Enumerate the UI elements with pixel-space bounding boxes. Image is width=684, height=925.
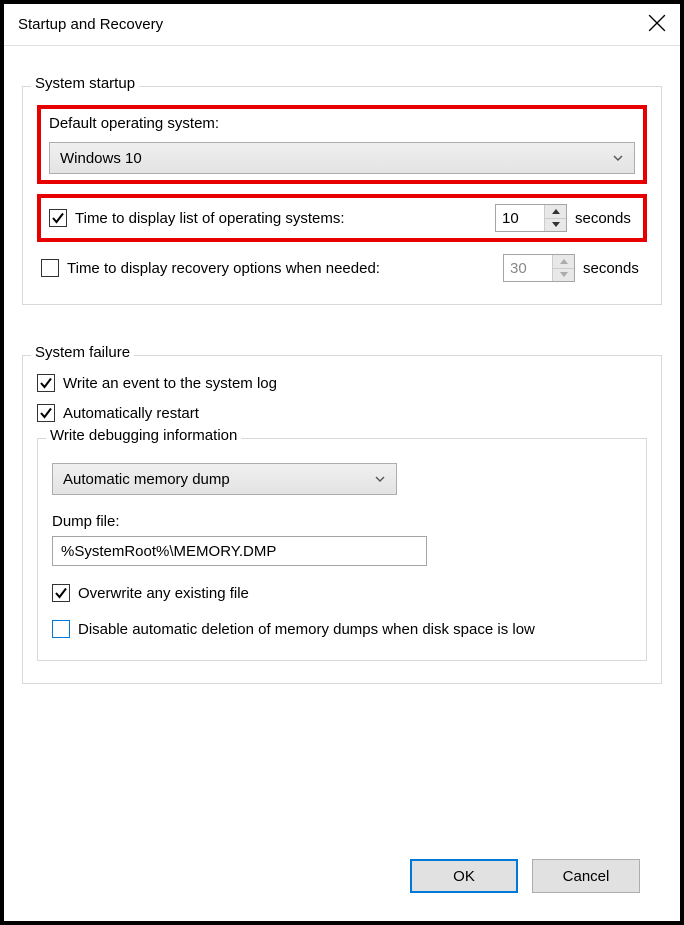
time-display-recovery-label: Time to display recovery options when ne… bbox=[67, 260, 380, 277]
triangle-up-icon bbox=[560, 259, 568, 264]
dump-type-value: Automatic memory dump bbox=[63, 471, 374, 488]
debug-info-group: Write debugging information Automatic me… bbox=[37, 438, 647, 661]
default-os-value: Windows 10 bbox=[60, 150, 612, 167]
write-event-label: Write an event to the system log bbox=[63, 375, 277, 392]
triangle-down-icon bbox=[552, 222, 560, 227]
system-failure-legend: System failure bbox=[31, 344, 134, 361]
close-icon bbox=[648, 14, 666, 32]
dump-type-select[interactable]: Automatic memory dump bbox=[52, 463, 397, 495]
disable-auto-delete-label: Disable automatic deletion of memory dum… bbox=[78, 621, 535, 638]
chevron-down-icon bbox=[374, 473, 386, 485]
check-icon bbox=[54, 586, 68, 600]
spinner-buttons bbox=[544, 205, 566, 231]
titlebar: Startup and Recovery bbox=[4, 4, 680, 46]
time-display-recovery-checkbox[interactable] bbox=[41, 259, 59, 277]
auto-restart-label: Automatically restart bbox=[63, 405, 199, 422]
time-display-os-row: Time to display list of operating system… bbox=[49, 204, 635, 232]
auto-restart-row: Automatically restart bbox=[37, 404, 647, 422]
overwrite-row: Overwrite any existing file bbox=[52, 584, 632, 602]
triangle-down-icon bbox=[560, 272, 568, 277]
cancel-button[interactable]: Cancel bbox=[532, 859, 640, 893]
spinner-up-button[interactable] bbox=[553, 255, 574, 269]
spinner-buttons bbox=[552, 255, 574, 281]
time-display-recovery-row: Time to display recovery options when ne… bbox=[37, 254, 647, 282]
highlight-time-os: Time to display list of operating system… bbox=[37, 194, 647, 242]
default-os-label: Default operating system: bbox=[49, 115, 635, 132]
spinner-up-button[interactable] bbox=[545, 205, 566, 219]
highlight-default-os: Default operating system: Windows 10 bbox=[37, 105, 647, 184]
overwrite-checkbox[interactable] bbox=[52, 584, 70, 602]
window-title: Startup and Recovery bbox=[18, 16, 648, 33]
time-display-os-spinner bbox=[495, 204, 567, 232]
time-display-recovery-spinner bbox=[503, 254, 575, 282]
check-icon bbox=[39, 406, 53, 420]
time-display-os-input[interactable] bbox=[496, 205, 544, 231]
dialog-window: Startup and Recovery System startup Defa… bbox=[0, 0, 684, 925]
content-area: System startup Default operating system:… bbox=[4, 46, 680, 921]
seconds-label: seconds bbox=[575, 210, 635, 227]
overwrite-label: Overwrite any existing file bbox=[78, 585, 249, 602]
system-startup-group: System startup Default operating system:… bbox=[22, 86, 662, 305]
seconds-label: seconds bbox=[583, 260, 643, 277]
time-display-recovery-input bbox=[504, 255, 552, 281]
system-failure-group: System failure Write an event to the sys… bbox=[22, 355, 662, 684]
time-display-recovery-container: Time to display recovery options when ne… bbox=[37, 254, 647, 282]
check-icon bbox=[51, 211, 65, 225]
disable-auto-delete-row: Disable automatic deletion of memory dum… bbox=[52, 620, 632, 638]
debug-info-legend: Write debugging information bbox=[46, 427, 241, 444]
system-startup-legend: System startup bbox=[31, 75, 139, 92]
ok-button[interactable]: OK bbox=[410, 859, 518, 893]
disable-auto-delete-checkbox[interactable] bbox=[52, 620, 70, 638]
write-event-checkbox[interactable] bbox=[37, 374, 55, 392]
write-event-row: Write an event to the system log bbox=[37, 374, 647, 392]
button-bar: OK Cancel bbox=[22, 841, 662, 909]
default-os-select[interactable]: Windows 10 bbox=[49, 142, 635, 174]
chevron-down-icon bbox=[612, 152, 624, 164]
time-display-os-checkbox[interactable] bbox=[49, 209, 67, 227]
triangle-up-icon bbox=[552, 209, 560, 214]
auto-restart-checkbox[interactable] bbox=[37, 404, 55, 422]
close-button[interactable] bbox=[648, 14, 666, 36]
dump-file-input[interactable] bbox=[52, 536, 427, 566]
spinner-down-button[interactable] bbox=[553, 269, 574, 282]
spinner-down-button[interactable] bbox=[545, 219, 566, 232]
check-icon bbox=[39, 376, 53, 390]
dump-file-label: Dump file: bbox=[52, 513, 632, 530]
time-display-os-label: Time to display list of operating system… bbox=[75, 210, 345, 227]
